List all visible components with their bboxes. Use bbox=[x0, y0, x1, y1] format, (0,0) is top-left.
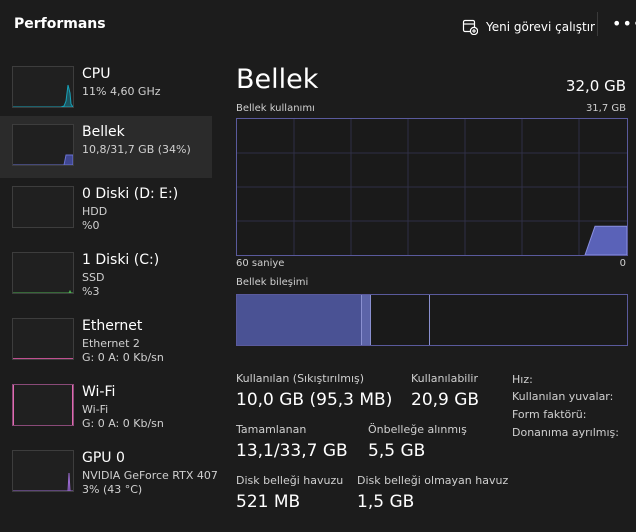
cached-value: 5,5 GB bbox=[368, 441, 426, 461]
available-label: Kullanılabilir bbox=[411, 372, 478, 385]
available-value: 20,9 GB bbox=[411, 390, 480, 410]
run-task-icon bbox=[462, 19, 478, 35]
sidebar-item-cpu[interactable]: CPU 11% 4,60 GHz bbox=[0, 58, 212, 120]
sidebar-item-label: GPU 0 bbox=[82, 450, 125, 466]
sidebar-item-label: Ethernet bbox=[82, 318, 143, 334]
memory-title: Bellek bbox=[236, 64, 319, 95]
sidebar-item-usage: %3 bbox=[82, 285, 100, 298]
sidebar-item-ethernet[interactable]: Ethernet Ethernet 2 G: 0 A: 0 Kb/sn bbox=[0, 310, 212, 372]
sidebar-item-throughput: G: 0 A: 0 Kb/sn bbox=[82, 417, 164, 430]
committed-value: 13,1/33,7 GB bbox=[236, 441, 348, 461]
title-bar: Performans Yeni görevi çalıştır ••• bbox=[0, 0, 636, 48]
header-separator bbox=[597, 12, 598, 36]
graph-axis-end: 0 bbox=[619, 258, 626, 269]
disk-1-thumbnail-graph bbox=[12, 252, 74, 294]
sidebar-item-label: CPU bbox=[82, 66, 111, 82]
sidebar-item-usage: 3% (43 °C) bbox=[82, 483, 143, 496]
non-paged-pool-value: 1,5 GB bbox=[357, 492, 415, 512]
composition-standby-segment bbox=[370, 295, 429, 345]
memory-composition-bar bbox=[236, 294, 628, 346]
memory-usage-area bbox=[584, 225, 627, 255]
run-new-task-button[interactable]: Yeni görevi çalıştır bbox=[462, 16, 595, 38]
hardware-reserved-label: Donanıma ayrılmış: bbox=[512, 426, 619, 439]
in-use-label: Kullanılan (Sıkıştırılmış) bbox=[236, 372, 365, 385]
sidebar-item-memory[interactable]: Bellek 10,8/31,7 GB (34%) bbox=[0, 116, 212, 178]
sidebar-item-detail: 11% 4,60 GHz bbox=[82, 85, 161, 98]
sidebar-item-gpu[interactable]: GPU 0 NVIDIA GeForce RTX 407 3% (43 °C) bbox=[0, 442, 218, 504]
sidebar-item-label: 0 Diski (D: E:) bbox=[82, 186, 179, 202]
sidebar-item-detail: 10,8/31,7 GB (34%) bbox=[82, 143, 191, 156]
committed-label: Tamamlanan bbox=[236, 423, 307, 436]
sidebar-item-disk-0[interactable]: 0 Diski (D: E:) HDD %0 bbox=[0, 178, 212, 240]
memory-composition-label: Bellek bileşimi bbox=[236, 277, 309, 288]
more-options-button[interactable]: ••• bbox=[612, 14, 636, 33]
sidebar-item-detail: NVIDIA GeForce RTX 407 bbox=[82, 469, 218, 482]
ethernet-thumbnail-graph bbox=[12, 318, 74, 360]
paged-pool-value: 521 MB bbox=[236, 492, 301, 512]
memory-usage-graph bbox=[236, 118, 628, 256]
speed-label: Hız: bbox=[512, 373, 533, 386]
sidebar-item-usage: %0 bbox=[82, 219, 100, 232]
memory-detail-panel: Bellek 32,0 GB Bellek kullanımı 31,7 GB … bbox=[236, 56, 628, 532]
sidebar-item-detail: SSD bbox=[82, 271, 105, 284]
run-task-label: Yeni görevi çalıştır bbox=[486, 20, 595, 34]
sidebar-item-label: Wi-Fi bbox=[82, 384, 116, 400]
graph-axis-start: 60 saniye bbox=[236, 258, 285, 269]
non-paged-pool-label: Disk belleği olmayan havuz bbox=[357, 474, 509, 487]
sidebar-item-label: 1 Diski (C:) bbox=[82, 252, 160, 268]
gpu-thumbnail-graph bbox=[12, 450, 74, 492]
memory-thumbnail-graph bbox=[12, 124, 74, 166]
form-factor-label: Form faktörü: bbox=[512, 408, 587, 421]
in-use-value: 10,0 GB (95,3 MB) bbox=[236, 390, 393, 410]
sidebar-item-disk-1[interactable]: 1 Diski (C:) SSD %3 bbox=[0, 244, 212, 306]
sidebar-item-wifi[interactable]: Wi-Fi Wi-Fi G: 0 A: 0 Kb/sn bbox=[0, 376, 212, 438]
page-title: Performans bbox=[14, 16, 106, 32]
wifi-thumbnail-graph bbox=[12, 384, 74, 426]
composition-in-use-segment bbox=[237, 295, 361, 345]
memory-usage-max: 31,7 GB bbox=[585, 103, 626, 114]
performance-sidebar: CPU 11% 4,60 GHz Bellek 10,8/31,7 GB (34… bbox=[0, 56, 218, 532]
cached-label: Önbelleğe alınmış bbox=[368, 423, 467, 436]
sidebar-item-label: Bellek bbox=[82, 124, 125, 140]
sidebar-item-detail: Ethernet 2 bbox=[82, 337, 140, 350]
sidebar-item-throughput: G: 0 A: 0 Kb/sn bbox=[82, 351, 164, 364]
memory-total: 32,0 GB bbox=[565, 77, 626, 95]
disk-0-thumbnail-graph bbox=[12, 186, 74, 228]
sidebar-item-detail: HDD bbox=[82, 205, 108, 218]
slots-used-label: Kullanılan yuvalar: bbox=[512, 390, 614, 403]
cpu-thumbnail-graph bbox=[12, 66, 74, 108]
memory-usage-label: Bellek kullanımı bbox=[236, 103, 315, 114]
sidebar-item-detail: Wi-Fi bbox=[82, 403, 109, 416]
composition-free-segment bbox=[429, 295, 628, 345]
paged-pool-label: Disk belleği havuzu bbox=[236, 474, 344, 487]
